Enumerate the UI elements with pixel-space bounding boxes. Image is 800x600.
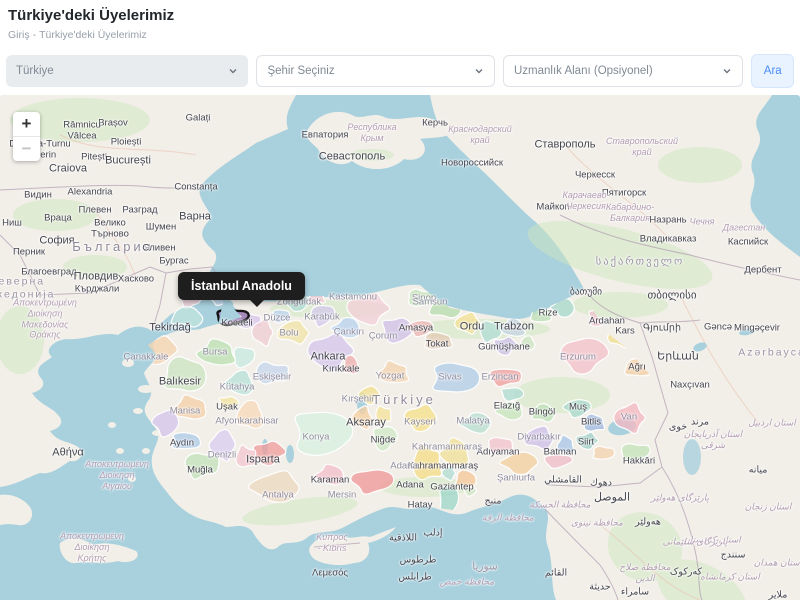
chevron-down-icon xyxy=(722,66,732,76)
breadcrumb-separator: - xyxy=(33,29,37,41)
country-select[interactable]: Türkiye xyxy=(6,55,248,87)
city-select[interactable]: Şehir Seçiniz xyxy=(256,55,495,87)
page-header: Türkiye'deki Üyelerimiz Giriş-Türkiye'de… xyxy=(0,0,800,41)
province-shape[interactable] xyxy=(489,438,513,453)
city-select-placeholder: Şehir Seçiniz xyxy=(267,65,334,77)
province-shape[interactable] xyxy=(308,292,325,304)
province-shape[interactable] xyxy=(593,446,614,459)
map-zoom-control: + − xyxy=(13,112,40,161)
province-shape[interactable] xyxy=(256,362,288,384)
province-shape[interactable] xyxy=(409,289,434,306)
specialty-select[interactable]: Uzmanlık Alanı (Opsiyonel) xyxy=(503,55,744,87)
filter-bar: Türkiye Şehir Seçiniz Uzmanlık Alanı (Op… xyxy=(0,55,800,87)
country-select-value: Türkiye xyxy=(16,65,54,77)
map-tooltip-text: İstanbul Anadolu xyxy=(191,279,292,293)
zoom-in-button[interactable]: + xyxy=(13,112,40,137)
province-shape[interactable] xyxy=(273,310,290,323)
chevron-down-icon xyxy=(474,66,484,76)
province-shape[interactable] xyxy=(376,406,391,424)
breadcrumb-current: Türkiye'deki Üyelerimiz xyxy=(39,29,147,41)
breadcrumb: Giriş-Türkiye'deki Üyelerimiz xyxy=(8,29,792,41)
page-title: Türkiye'deki Üyelerimiz xyxy=(8,7,792,24)
province-shape[interactable] xyxy=(172,433,200,449)
turkey-members-map[interactable]: GalațiBrașovPloieștiRâmnicu VâlceaPiteșt… xyxy=(0,95,800,600)
zoom-out-button[interactable]: − xyxy=(13,137,40,161)
search-button[interactable]: Ara xyxy=(751,54,794,88)
province-shape[interactable] xyxy=(433,363,480,392)
basemap xyxy=(0,95,800,600)
chevron-down-icon xyxy=(228,66,238,76)
breadcrumb-home[interactable]: Giriş xyxy=(8,29,30,41)
map-tooltip: İstanbul Anadolu xyxy=(178,272,305,300)
specialty-select-placeholder: Uzmanlık Alanı (Opsiyonel) xyxy=(514,65,653,77)
